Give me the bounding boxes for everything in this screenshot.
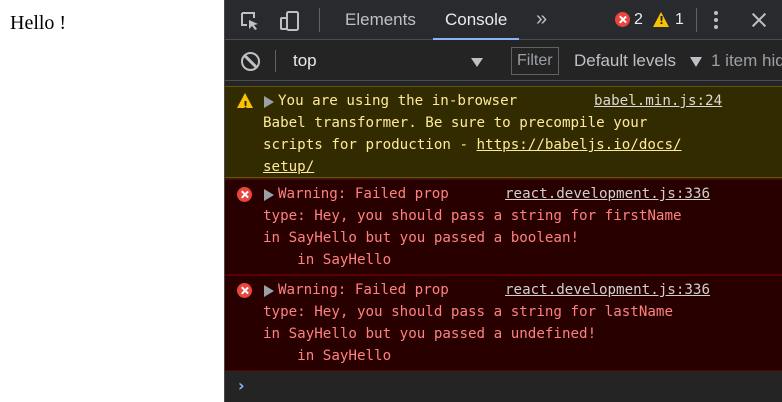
message-text: Warning: Failed prop [278, 186, 449, 202]
message-text: type: Hey, you should pass a string for … [263, 304, 673, 320]
error-icon [237, 187, 252, 202]
docs-link-continued[interactable]: setup/ [263, 156, 314, 178]
more-options-icon[interactable] [714, 11, 718, 29]
device-toolbar-icon[interactable] [279, 10, 301, 32]
console-prompt-icon[interactable]: › [238, 375, 245, 397]
toolbar-divider [696, 8, 697, 32]
error-count[interactable]: 2 [634, 0, 643, 40]
context-selector[interactable]: top [293, 41, 317, 81]
message-text: You are using the in-browser [278, 93, 518, 109]
error-icon [237, 283, 252, 298]
close-devtools-icon[interactable] [749, 10, 769, 30]
expand-triangle-icon[interactable] [264, 189, 274, 201]
toolbar-divider [275, 50, 276, 72]
console-message-error: Warning: Failed prop react.development.j… [225, 275, 782, 371]
toolbar-divider [319, 8, 320, 32]
source-link[interactable]: babel.min.js:24 [594, 90, 722, 112]
warning-count-icon[interactable] [653, 12, 669, 27]
console-output: You are using the in-browser babel.min.j… [225, 82, 782, 402]
error-count-icon[interactable] [615, 12, 630, 27]
tab-elements[interactable]: Elements [345, 0, 416, 40]
rendered-page: Hello ! [0, 0, 224, 402]
message-text: in SayHello but you passed a boolean! [263, 230, 580, 246]
inspect-element-icon[interactable] [239, 10, 261, 32]
warning-count[interactable]: 1 [675, 0, 684, 40]
context-dropdown-arrow-icon[interactable] [471, 58, 483, 67]
docs-link[interactable]: https://babeljs.io/docs/ [477, 137, 682, 153]
console-message-error: Warning: Failed prop react.development.j… [225, 179, 782, 275]
levels-dropdown-arrow-icon[interactable] [690, 57, 702, 67]
hidden-items-count: 1 item hid [711, 51, 782, 70]
devtools-tabbar: Elements Console » 2 1 [225, 0, 782, 40]
tab-console[interactable]: Console [432, 0, 520, 40]
console-message-warning: You are using the in-browser babel.min.j… [225, 86, 782, 178]
expand-triangle-icon[interactable] [264, 96, 274, 108]
source-link[interactable]: react.development.js:336 [505, 183, 710, 205]
filter-input[interactable] [511, 47, 559, 75]
devtools-panel: Elements Console » 2 1 top Default level… [224, 0, 782, 402]
message-text: Babel transformer. Be sure to precompile… [263, 115, 648, 131]
message-text: in SayHello [263, 348, 392, 364]
message-text: Warning: Failed prop [278, 282, 449, 298]
message-text: in SayHello but you passed a undefined! [263, 326, 597, 342]
more-tabs-chevron-icon[interactable]: » [536, 0, 547, 40]
message-text: type: Hey, you should pass a string for … [263, 208, 682, 224]
source-link[interactable]: react.development.js:336 [505, 279, 710, 301]
message-text: scripts for production - [263, 137, 477, 153]
warning-icon [237, 93, 253, 117]
expand-triangle-icon[interactable] [264, 285, 274, 297]
console-filterbar: top Default levels 1 item hid [225, 41, 782, 81]
page-text: Hello ! [10, 12, 67, 34]
message-text: in SayHello [263, 252, 392, 268]
clear-console-icon[interactable] [241, 52, 260, 71]
log-levels-dropdown[interactable]: Default levels [574, 41, 676, 81]
